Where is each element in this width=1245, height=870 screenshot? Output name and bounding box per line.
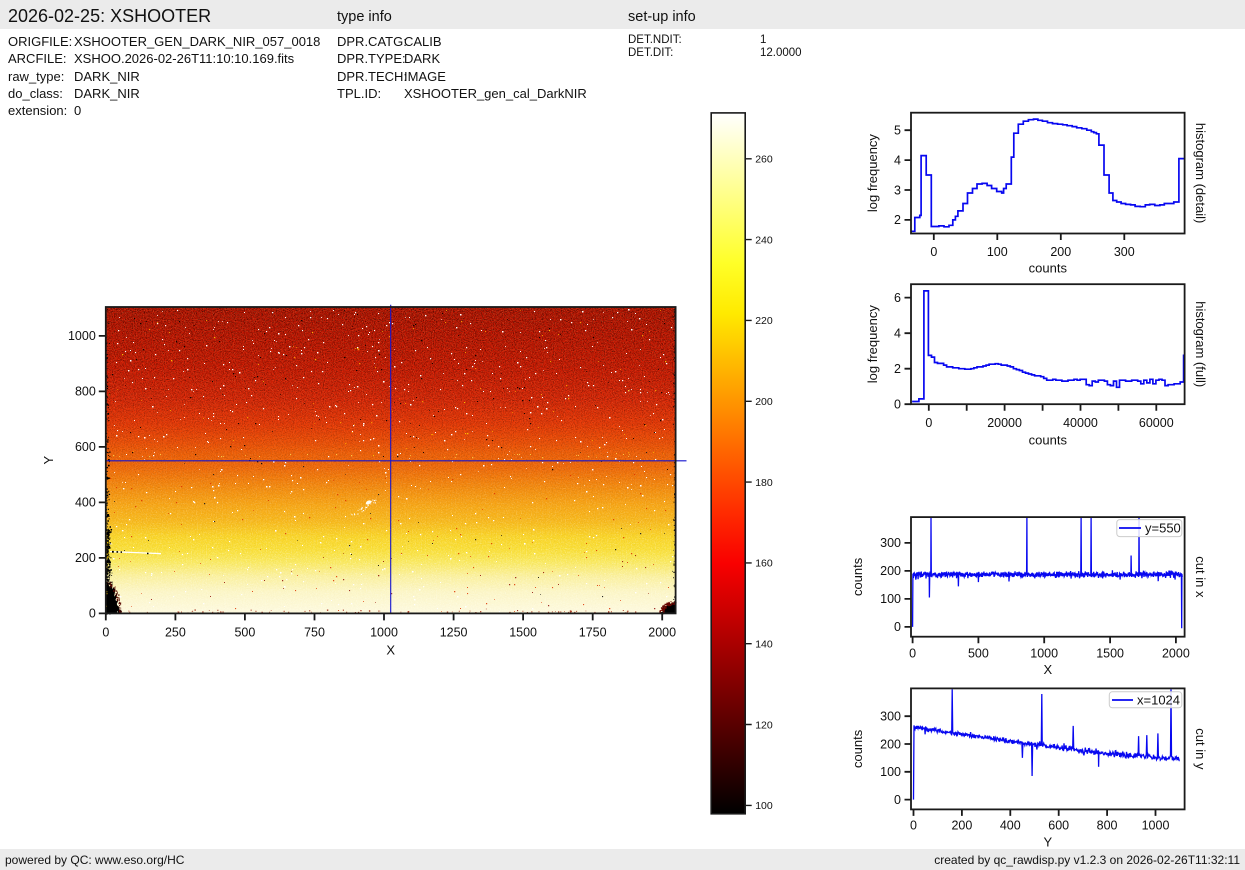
svg-text:140: 140 xyxy=(755,639,773,651)
svg-text:2: 2 xyxy=(894,362,901,376)
svg-text:0: 0 xyxy=(89,607,96,621)
svg-text:120: 120 xyxy=(755,719,773,731)
svg-text:0: 0 xyxy=(894,620,901,634)
svg-text:100: 100 xyxy=(880,592,901,606)
svg-text:0: 0 xyxy=(102,626,109,640)
svg-text:800: 800 xyxy=(75,385,96,399)
svg-text:log frequency: log frequency xyxy=(865,134,880,213)
svg-text:x=1024: x=1024 xyxy=(1137,693,1180,708)
svg-text:600: 600 xyxy=(75,440,96,454)
svg-text:300: 300 xyxy=(1114,245,1135,259)
svg-text:1000: 1000 xyxy=(68,329,96,343)
svg-text:100: 100 xyxy=(987,245,1008,259)
svg-text:60000: 60000 xyxy=(1139,416,1174,430)
svg-text:counts: counts xyxy=(1029,433,1068,448)
svg-text:500: 500 xyxy=(234,626,255,640)
svg-text:counts: counts xyxy=(1029,261,1068,276)
svg-text:220: 220 xyxy=(755,315,773,327)
svg-text:X: X xyxy=(386,643,395,658)
svg-text:histogram (detail): histogram (detail) xyxy=(1193,123,1208,223)
svg-text:0: 0 xyxy=(909,647,916,661)
svg-text:0: 0 xyxy=(894,793,901,807)
svg-text:counts: counts xyxy=(850,557,865,596)
svg-text:4: 4 xyxy=(894,153,901,167)
svg-text:1750: 1750 xyxy=(579,626,607,640)
svg-text:1500: 1500 xyxy=(509,626,537,640)
svg-text:300: 300 xyxy=(880,536,901,550)
svg-text:5: 5 xyxy=(894,124,901,138)
svg-text:0: 0 xyxy=(930,245,937,259)
svg-text:300: 300 xyxy=(880,710,901,724)
svg-text:2000: 2000 xyxy=(1162,647,1190,661)
svg-text:Y: Y xyxy=(1043,835,1052,850)
svg-text:1250: 1250 xyxy=(440,626,468,640)
svg-text:40000: 40000 xyxy=(1063,416,1098,430)
svg-text:600: 600 xyxy=(1048,819,1069,833)
svg-text:240: 240 xyxy=(755,234,773,246)
svg-text:2: 2 xyxy=(894,213,901,227)
svg-text:log frequency: log frequency xyxy=(865,305,880,384)
svg-text:20000: 20000 xyxy=(987,416,1022,430)
svg-text:Y: Y xyxy=(41,456,56,465)
svg-text:6: 6 xyxy=(894,291,901,305)
svg-text:250: 250 xyxy=(165,626,186,640)
svg-text:0: 0 xyxy=(910,819,917,833)
svg-text:cut in y: cut in y xyxy=(1193,728,1208,770)
svg-text:100: 100 xyxy=(880,765,901,779)
svg-text:cut in x: cut in x xyxy=(1193,556,1208,598)
svg-text:260: 260 xyxy=(755,154,773,166)
svg-text:0: 0 xyxy=(925,416,932,430)
svg-text:200: 200 xyxy=(880,564,901,578)
svg-text:1000: 1000 xyxy=(1030,647,1058,661)
svg-text:400: 400 xyxy=(75,496,96,510)
svg-text:200: 200 xyxy=(880,737,901,751)
svg-text:4: 4 xyxy=(894,327,901,341)
svg-text:200: 200 xyxy=(755,396,773,408)
svg-text:counts: counts xyxy=(850,729,865,768)
svg-text:160: 160 xyxy=(755,558,773,570)
svg-text:400: 400 xyxy=(1000,819,1021,833)
svg-text:X: X xyxy=(1043,662,1052,677)
svg-text:200: 200 xyxy=(75,551,96,565)
svg-text:200: 200 xyxy=(1050,245,1071,259)
svg-text:1000: 1000 xyxy=(370,626,398,640)
svg-text:500: 500 xyxy=(968,647,989,661)
svg-text:3: 3 xyxy=(894,183,901,197)
svg-text:200: 200 xyxy=(951,819,972,833)
svg-text:1000: 1000 xyxy=(1142,819,1170,833)
svg-text:0: 0 xyxy=(894,398,901,412)
svg-text:100: 100 xyxy=(755,800,773,812)
svg-text:800: 800 xyxy=(1097,819,1118,833)
svg-text:750: 750 xyxy=(304,626,325,640)
svg-text:y=550: y=550 xyxy=(1145,521,1181,536)
svg-text:histogram (full): histogram (full) xyxy=(1193,301,1208,387)
svg-text:180: 180 xyxy=(755,477,773,489)
svg-text:2000: 2000 xyxy=(648,626,676,640)
svg-text:1500: 1500 xyxy=(1096,647,1124,661)
